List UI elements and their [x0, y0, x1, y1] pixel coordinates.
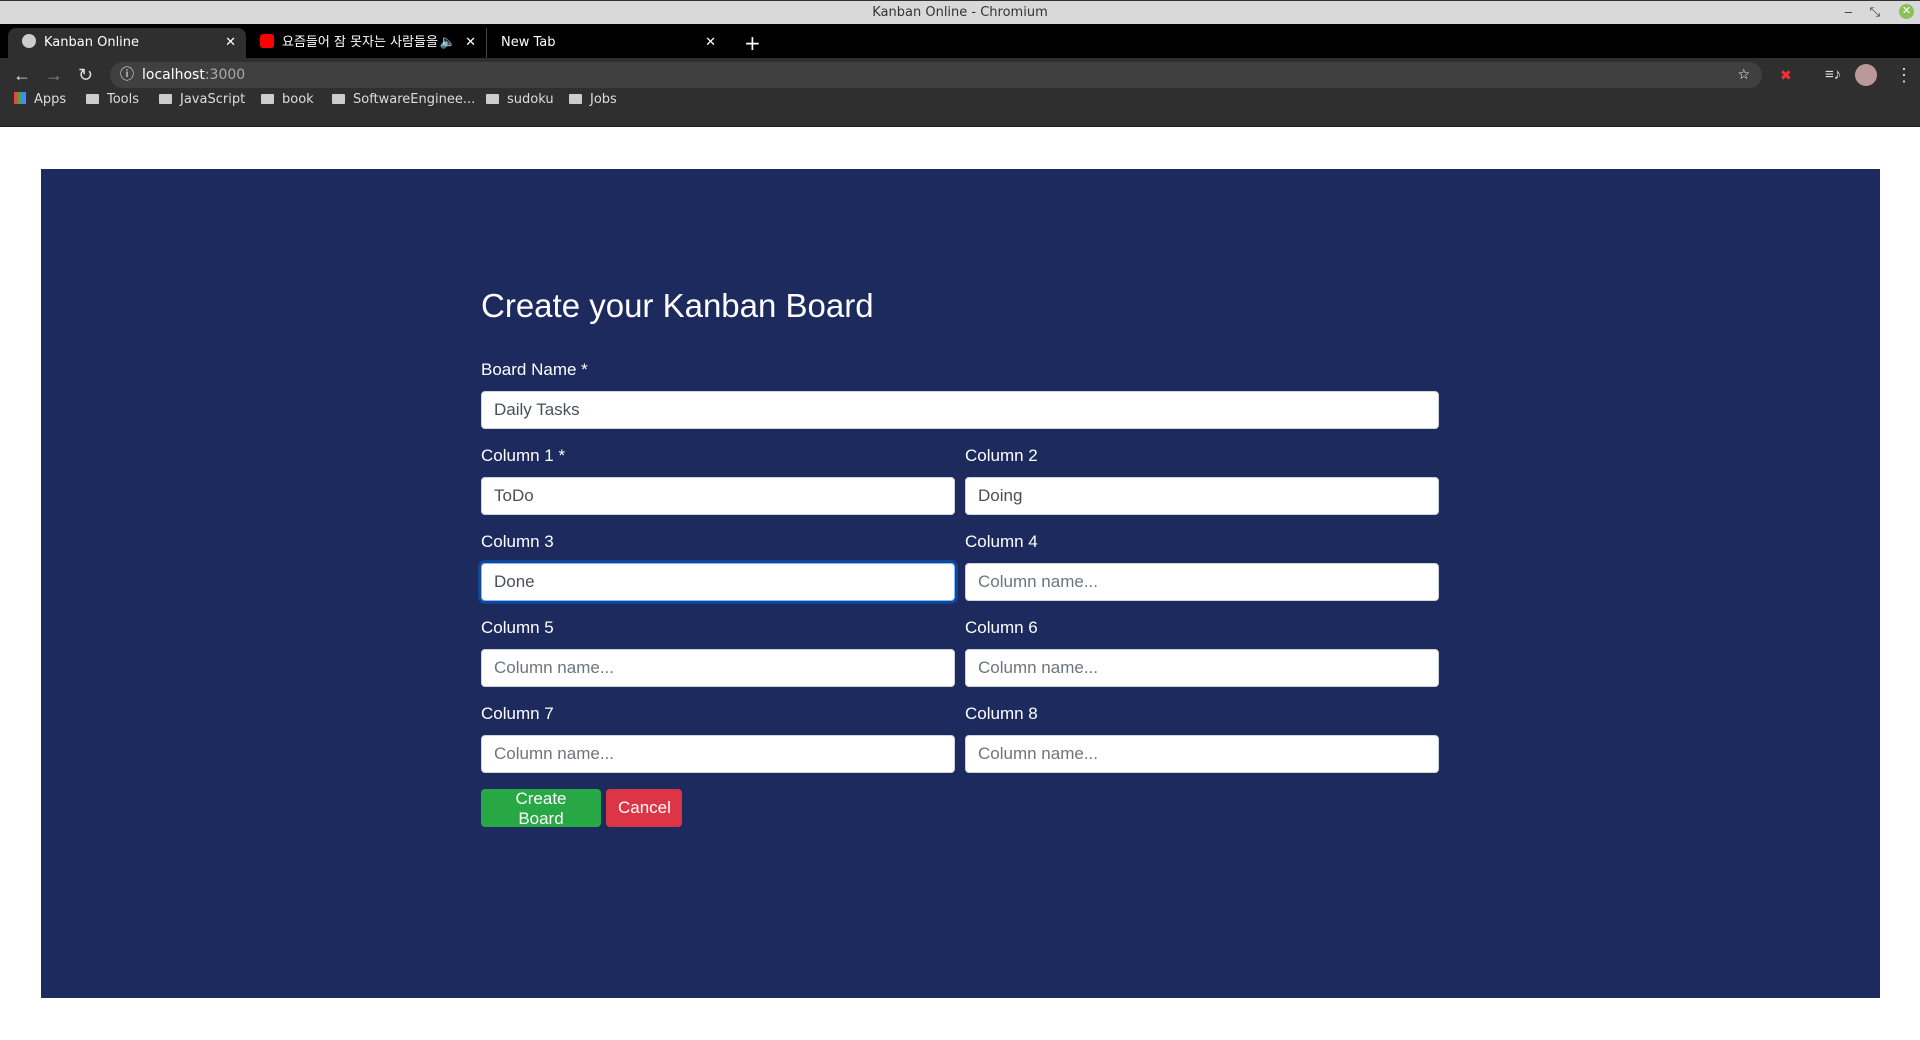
column-3-input[interactable] — [481, 563, 955, 601]
bookmark-folder[interactable]: JavaScript — [159, 92, 245, 107]
column-6-input[interactable] — [965, 649, 1439, 687]
minimize-icon[interactable]: – — [1845, 0, 1852, 24]
folder-icon — [486, 94, 499, 104]
bookmark-label: SoftwareEnginee... — [353, 92, 476, 107]
window-title: Kanban Online - Chromium — [872, 5, 1048, 20]
column-4-input[interactable] — [965, 563, 1439, 601]
column-3-label: Column 3 — [481, 532, 554, 551]
apps-icon — [14, 92, 26, 104]
cancel-button[interactable]: Cancel — [606, 789, 682, 827]
folder-icon — [159, 94, 172, 104]
board-form-panel: Create your Kanban Board Board Name * Co… — [41, 169, 1880, 998]
folder-icon — [332, 94, 345, 104]
tab-label: Kanban Online — [44, 35, 140, 50]
column-8-input[interactable] — [965, 735, 1439, 773]
bookmark-label: Jobs — [590, 92, 617, 107]
bookmark-label: JavaScript — [180, 92, 246, 107]
forward-icon[interactable]: → — [45, 58, 63, 92]
info-icon: ⓘ — [120, 67, 134, 83]
tab-kanban-online[interactable]: Kanban Online ✕ — [8, 28, 246, 58]
close-tab-icon[interactable]: ✕ — [225, 28, 236, 58]
close-tab-icon[interactable]: ✕ — [705, 28, 716, 58]
bookmark-folder[interactable]: book — [261, 92, 314, 107]
column-1-label: Column 1 * — [481, 446, 566, 465]
column-6-label: Column 6 — [965, 618, 1038, 637]
tab-youtube[interactable]: 요즘들어 잠 못자는 사람들을 🔈 ✕ — [246, 28, 486, 58]
url-host: localhost — [142, 67, 205, 83]
tab-bar: Kanban Online ✕ 요즘들어 잠 못자는 사람들을 🔈 ✕ New Tab… — [0, 24, 1920, 58]
column-2-label: Column 2 — [965, 446, 1038, 465]
tab-new-tab[interactable]: New Tab ✕ — [486, 28, 726, 58]
bookmark-folder[interactable]: SoftwareEnginee... — [332, 92, 475, 107]
tab-label: New Tab — [501, 35, 556, 50]
toolbar: ← → ↻ ⓘ localhost:3000 ☆ ✖ ≡♪ ⋮ — [0, 58, 1920, 92]
reload-icon[interactable]: ↻ — [78, 58, 93, 92]
column-2-input[interactable] — [965, 477, 1439, 515]
back-icon[interactable]: ← — [13, 58, 31, 92]
address-bar[interactable]: ⓘ localhost:3000 ☆ — [110, 62, 1762, 88]
column-5-label: Column 5 — [481, 618, 554, 637]
restore-icon[interactable]: ⤡ — [1870, 0, 1880, 24]
youtube-icon — [260, 34, 274, 48]
bookmark-label: book — [282, 92, 314, 107]
board-name-input[interactable] — [481, 391, 1439, 429]
bookmark-apps[interactable]: Apps — [14, 92, 66, 107]
bookmarks-bar: Apps Tools JavaScript book SoftwareEngin… — [0, 92, 1920, 127]
audio-icon[interactable]: 🔈 — [440, 28, 456, 58]
folder-icon — [569, 94, 582, 104]
avatar[interactable] — [1855, 64, 1877, 86]
column-4-label: Column 4 — [965, 532, 1038, 551]
bookmark-star-icon[interactable]: ☆ — [1737, 62, 1750, 88]
tab-label: 요즘들어 잠 못자는 사람들을 — [282, 35, 438, 50]
close-window-icon[interactable]: ✕ — [1899, 4, 1914, 19]
create-board-button[interactable]: Create Board — [481, 789, 601, 828]
bookmark-label: Tools — [107, 92, 140, 107]
bookmark-label: sudoku — [507, 92, 554, 107]
folder-icon — [261, 94, 274, 104]
globe-icon — [22, 34, 36, 48]
page-title: Create your Kanban Board — [481, 287, 874, 324]
bookmark-folder[interactable]: Jobs — [569, 92, 617, 107]
new-tab-button[interactable]: + — [730, 28, 761, 58]
close-tab-icon[interactable]: ✕ — [465, 28, 476, 58]
column-7-label: Column 7 — [481, 704, 554, 723]
window-titlebar: Kanban Online - Chromium — [0, 0, 1920, 24]
url-port: :3000 — [204, 67, 246, 83]
media-control-icon[interactable]: ≡♪ — [1825, 58, 1841, 92]
column-5-input[interactable] — [481, 649, 955, 687]
bookmark-folder[interactable]: Tools — [86, 92, 139, 107]
bookmark-folder[interactable]: sudoku — [486, 92, 554, 107]
extension-icon[interactable]: ✖ — [1780, 58, 1792, 92]
column-7-input[interactable] — [481, 735, 955, 773]
column-1-input[interactable] — [481, 477, 955, 515]
board-name-label: Board Name * — [481, 360, 588, 379]
folder-icon — [86, 94, 99, 104]
menu-icon[interactable]: ⋮ — [1895, 58, 1913, 92]
bookmark-label: Apps — [34, 92, 67, 107]
column-8-label: Column 8 — [965, 704, 1038, 723]
